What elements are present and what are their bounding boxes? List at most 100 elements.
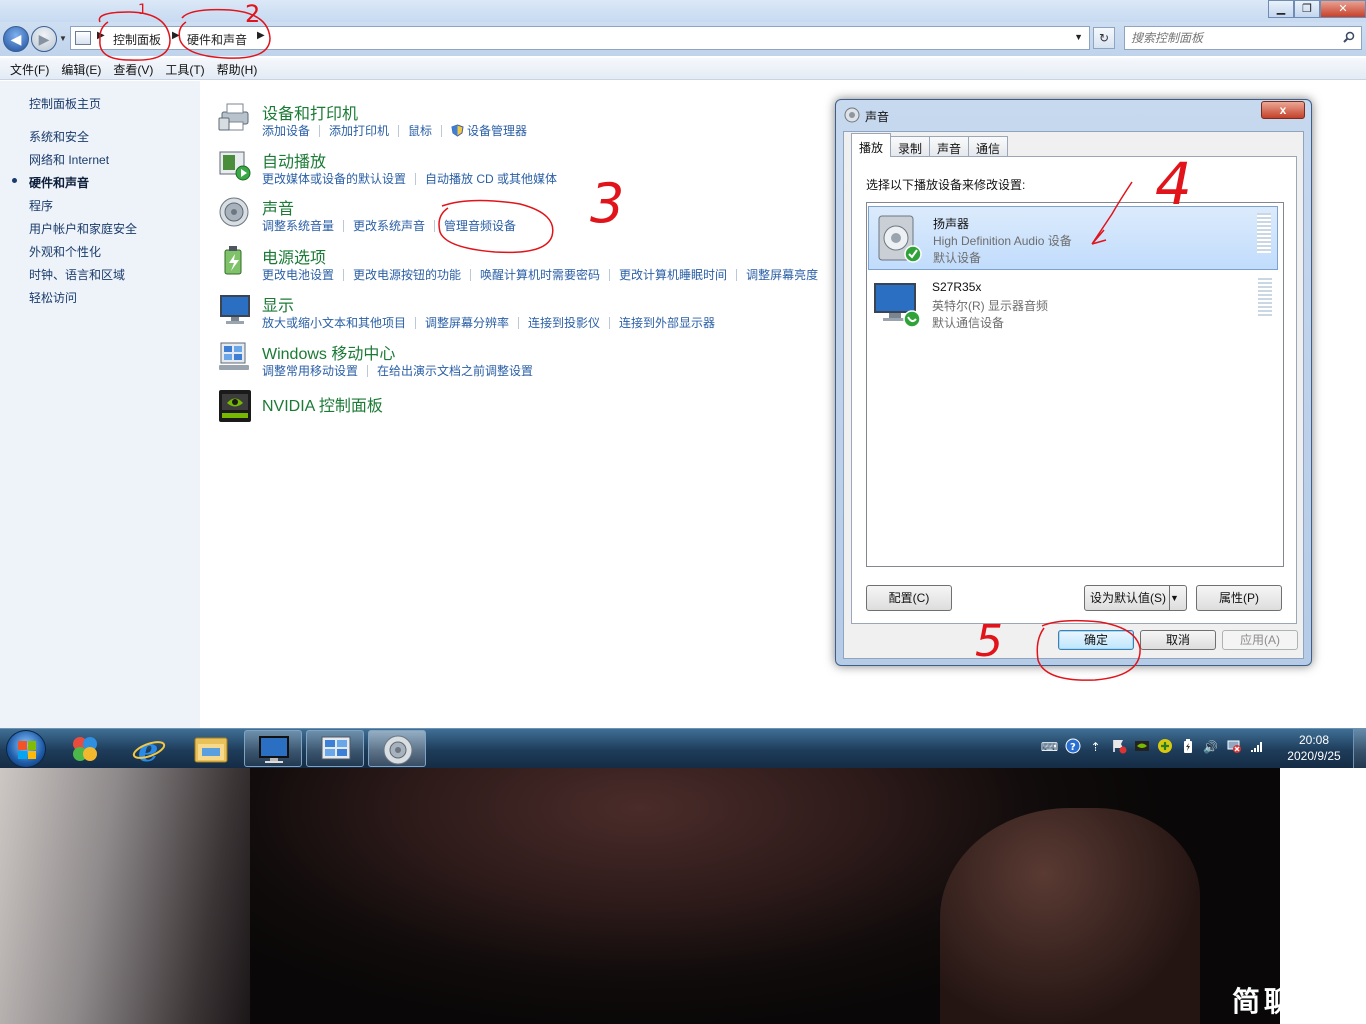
search-box[interactable] bbox=[1124, 26, 1362, 50]
link-mouse[interactable]: 鼠标 bbox=[408, 124, 432, 138]
link-text-size[interactable]: 放大或缩小文本和其他项目 bbox=[262, 316, 406, 330]
battery-tray-icon[interactable] bbox=[1178, 738, 1197, 756]
sidebar-item-network[interactable]: 网络和 Internet bbox=[29, 151, 109, 168]
taskbar-app-control-panel[interactable] bbox=[306, 730, 364, 767]
keyboard-icon[interactable]: ⌨ bbox=[1040, 738, 1059, 756]
tab-sounds[interactable]: 声音 bbox=[929, 136, 970, 157]
nvidia-icon[interactable] bbox=[218, 389, 252, 423]
sidebar-item-home[interactable]: 控制面板主页 bbox=[29, 95, 101, 112]
taskbar-app-sound[interactable] bbox=[368, 730, 426, 767]
chevron-right-icon[interactable]: ▶ bbox=[172, 30, 180, 41]
volume-icon[interactable]: 🔊 bbox=[1201, 738, 1220, 756]
link-device-manager[interactable]: 设备管理器 bbox=[467, 124, 527, 138]
link-screen-resolution[interactable]: 调整屏幕分辨率 bbox=[425, 316, 509, 330]
set-default-button[interactable]: 设为默认值(S) ▼ bbox=[1084, 585, 1187, 611]
show-desktop-button[interactable] bbox=[1353, 729, 1366, 769]
taskbar-app-display[interactable] bbox=[244, 730, 302, 767]
link-add-device[interactable]: 添加设备 bbox=[262, 124, 310, 138]
sidebar-item-clock-region[interactable]: 时钟、语言和区域 bbox=[29, 266, 125, 283]
search-icon[interactable] bbox=[1343, 31, 1355, 43]
taskbar-app-pinwheel[interactable] bbox=[56, 730, 114, 767]
tab-communications[interactable]: 通信 bbox=[968, 136, 1009, 157]
link-change-media-defaults[interactable]: 更改媒体或设备的默认设置 bbox=[262, 172, 406, 186]
forward-button[interactable]: ▶ bbox=[31, 26, 57, 52]
apply-button[interactable]: 应用(A) bbox=[1222, 630, 1298, 650]
network-warning-icon[interactable] bbox=[1224, 738, 1243, 756]
speaker-icon[interactable] bbox=[218, 195, 252, 229]
action-center-icon[interactable] bbox=[1109, 738, 1128, 756]
link-screen-brightness[interactable]: 调整屏幕亮度 bbox=[746, 268, 818, 282]
mobility-center-icon[interactable] bbox=[218, 340, 252, 374]
category-title[interactable]: Windows 移动中心 bbox=[262, 340, 395, 364]
link-wake-password[interactable]: 唤醒计算机时需要密码 bbox=[480, 268, 600, 282]
menu-help[interactable]: 帮助(H) bbox=[211, 58, 264, 79]
link-mobility-settings[interactable]: 调整常用移动设置 bbox=[262, 364, 358, 378]
menu-file[interactable]: 文件(F) bbox=[4, 58, 55, 79]
tab-recording[interactable]: 录制 bbox=[890, 136, 931, 157]
taskbar-app-ie[interactable]: e bbox=[120, 730, 178, 769]
link-battery-settings[interactable]: 更改电池设置 bbox=[262, 268, 334, 282]
breadcrumb-hardware-sound[interactable]: 硬件和声音 bbox=[187, 31, 247, 48]
cancel-button[interactable]: 取消 bbox=[1140, 630, 1216, 650]
autoplay-icon[interactable] bbox=[218, 148, 252, 182]
sidebar-item-ease-of-access[interactable]: 轻松访问 bbox=[29, 289, 77, 306]
category-title[interactable]: NVIDIA 控制面板 bbox=[262, 392, 383, 416]
link-connect-projector[interactable]: 连接到投影仪 bbox=[528, 316, 600, 330]
monitor-icon[interactable] bbox=[218, 292, 252, 326]
category-title[interactable]: 设备和打印机 bbox=[262, 100, 358, 124]
properties-button[interactable]: 属性(P) bbox=[1196, 585, 1282, 611]
device-item-speakers[interactable]: 扬声器 High Definition Audio 设备 默认设备 bbox=[868, 206, 1278, 270]
minimize-button[interactable]: ▁ bbox=[1268, 0, 1294, 18]
tray-expand-icon[interactable]: ⇡ bbox=[1086, 738, 1105, 756]
sidebar-item-system-security[interactable]: 系统和安全 bbox=[29, 128, 89, 145]
battery-icon[interactable] bbox=[218, 244, 252, 278]
configure-button[interactable]: 配置(C) bbox=[866, 585, 952, 611]
link-sleep-time[interactable]: 更改计算机睡眠时间 bbox=[619, 268, 727, 282]
category-title[interactable]: 显示 bbox=[262, 292, 294, 316]
recent-pages-dropdown[interactable]: ▼ bbox=[59, 34, 67, 43]
link-external-display[interactable]: 连接到外部显示器 bbox=[619, 316, 715, 330]
help-icon[interactable]: ? bbox=[1063, 738, 1082, 756]
link-presentation-settings[interactable]: 在给出演示文档之前调整设置 bbox=[377, 364, 533, 378]
chevron-right-icon[interactable]: ▶ bbox=[97, 30, 105, 41]
sidebar-item-appearance[interactable]: 外观和个性化 bbox=[29, 243, 101, 260]
tab-playback[interactable]: 播放 bbox=[851, 133, 892, 157]
taskbar-app-explorer[interactable] bbox=[182, 730, 240, 767]
link-add-printer[interactable]: 添加打印机 bbox=[329, 124, 389, 138]
sidebar-item-programs[interactable]: 程序 bbox=[29, 197, 53, 214]
menu-edit[interactable]: 编辑(E) bbox=[55, 58, 107, 79]
sidebar-item-user-accounts[interactable]: 用户帐户和家庭安全 bbox=[29, 220, 137, 237]
tray-clock[interactable]: 20:08 2020/9/25 bbox=[1276, 732, 1352, 764]
menu-view[interactable]: 查看(V) bbox=[107, 58, 159, 79]
dialog-close-button[interactable]: x bbox=[1261, 101, 1305, 119]
link-manage-audio-devices[interactable]: 管理音频设备 bbox=[444, 219, 516, 233]
link-adjust-volume[interactable]: 调整系统音量 bbox=[262, 219, 334, 233]
breadcrumb-control-panel[interactable]: 控制面板 bbox=[113, 31, 161, 48]
address-bar[interactable]: ▶ 控制面板 ▶ 硬件和声音 ▶ ▼ bbox=[70, 26, 1090, 50]
nvidia-tray-icon[interactable] bbox=[1132, 738, 1151, 756]
close-button[interactable]: ✕ bbox=[1320, 0, 1366, 18]
link-autoplay-cd[interactable]: 自动播放 CD 或其他媒体 bbox=[425, 172, 557, 186]
start-button[interactable] bbox=[6, 730, 46, 768]
signal-strength-icon[interactable] bbox=[1247, 738, 1266, 756]
link-change-system-sounds[interactable]: 更改系统声音 bbox=[353, 219, 425, 233]
category-title[interactable]: 自动播放 bbox=[262, 148, 326, 172]
device-item-monitor[interactable]: S27R35x 英特尔(R) 显示器音频 默认通信设备 bbox=[868, 272, 1278, 336]
category-title[interactable]: 声音 bbox=[262, 195, 294, 219]
speaker-icon bbox=[844, 107, 860, 123]
chevron-right-icon[interactable]: ▶ bbox=[257, 30, 265, 41]
link-power-button[interactable]: 更改电源按钮的功能 bbox=[353, 268, 461, 282]
search-input[interactable] bbox=[1131, 28, 1331, 48]
add-icon[interactable] bbox=[1155, 738, 1174, 756]
device-list[interactable]: 扬声器 High Definition Audio 设备 默认设备 S27R35… bbox=[866, 202, 1284, 567]
refresh-button[interactable]: ↻ bbox=[1093, 27, 1115, 49]
menu-tools[interactable]: 工具(T) bbox=[159, 58, 210, 79]
printer-icon[interactable] bbox=[218, 100, 252, 134]
maximize-button[interactable]: ❐ bbox=[1294, 0, 1320, 18]
back-button[interactable]: ◀ bbox=[3, 26, 29, 52]
category-title[interactable]: 电源选项 bbox=[262, 244, 326, 268]
chevron-down-icon[interactable]: ▼ bbox=[1169, 586, 1186, 610]
ok-button[interactable]: 确定 bbox=[1058, 630, 1134, 650]
sidebar-item-hardware-sound[interactable]: 硬件和声音 bbox=[29, 174, 89, 191]
address-dropdown-icon[interactable]: ▼ bbox=[1074, 32, 1083, 42]
